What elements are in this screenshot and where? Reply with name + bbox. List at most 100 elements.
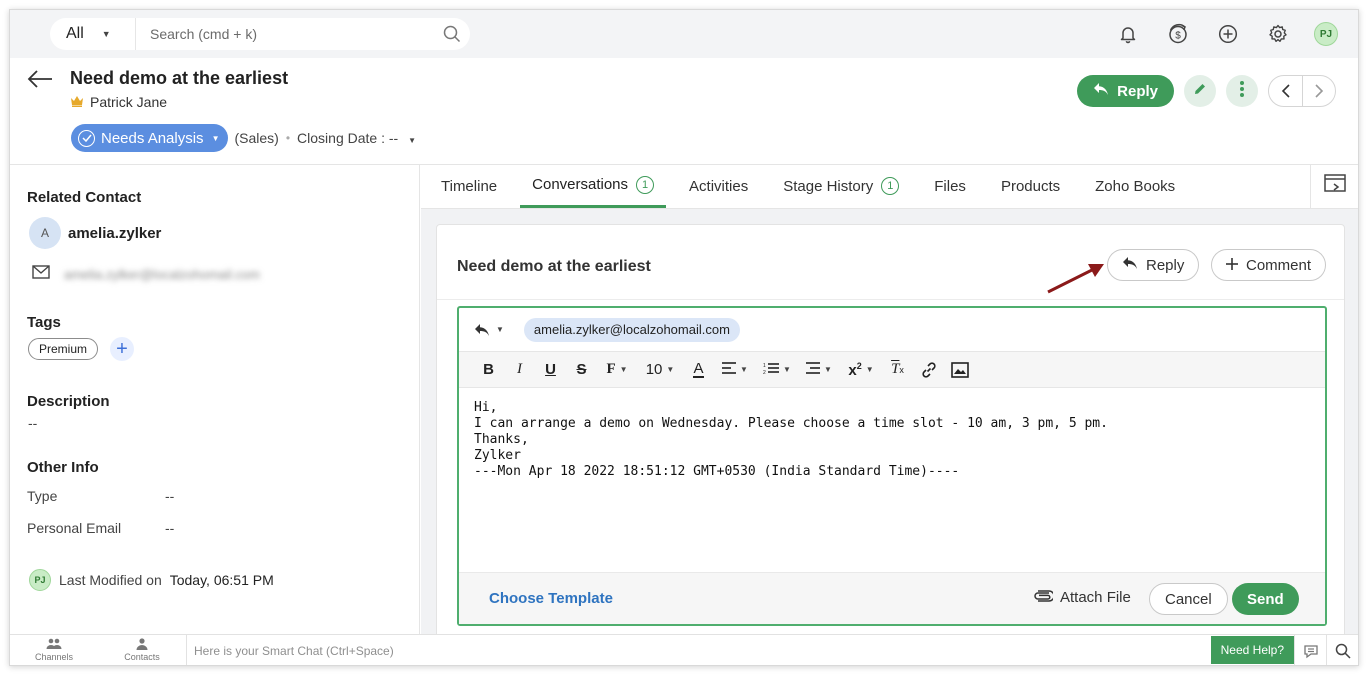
tab-files[interactable]: Files [934, 164, 966, 208]
comment-label: Comment [1246, 256, 1312, 274]
numbered-list-dropdown[interactable]: 12 ▼ [756, 352, 798, 388]
record-title: Need demo at the earliest [70, 68, 289, 88]
stage-row: Needs Analysis ▼ (Sales) • Closing Date … [71, 124, 416, 152]
tag-premium[interactable]: Premium [28, 338, 99, 360]
align-dropdown[interactable]: ▼ [714, 352, 756, 388]
indent-icon [806, 361, 821, 378]
strikethrough-icon[interactable]: S [566, 352, 597, 388]
svg-text:1: 1 [763, 363, 766, 369]
pencil-icon [1193, 82, 1207, 101]
chevron-left-icon [1281, 84, 1290, 98]
last-modified: PJ Last Modified on Today, 06:51 PM [29, 569, 274, 591]
chevron-down-icon: ▼ [619, 365, 628, 374]
app-window: All ▼ $ PJ Need demo at [9, 9, 1359, 666]
attach-file-button[interactable]: Attach File [1033, 589, 1131, 606]
conversation-reply-button[interactable]: Reply [1107, 249, 1200, 281]
check-circle-icon [78, 129, 95, 147]
conversation-area: Need demo at the earliest Reply Comment [421, 209, 1358, 644]
last-modified-label: Last Modified on [59, 572, 162, 588]
user-avatar[interactable]: PJ [1314, 22, 1338, 46]
owner-name: Patrick Jane [90, 94, 168, 110]
last-modified-value: Today, 06:51 PM [169, 572, 274, 588]
other-info-value: -- [165, 520, 175, 536]
recipient-chip[interactable]: amelia.zylker@localzohomail.com [523, 317, 740, 342]
cancel-button[interactable]: Cancel [1149, 583, 1228, 615]
clear-format-icon[interactable]: Tx [882, 352, 913, 388]
contacts-label: Contacts [124, 652, 160, 662]
annotation-arrow-icon [1046, 260, 1106, 295]
font-family-icon: F [606, 361, 616, 377]
tab-activities[interactable]: Activities [689, 164, 748, 208]
gear-icon[interactable] [1264, 20, 1292, 48]
pipeline-label: (Sales) [234, 130, 279, 146]
chevron-right-icon [1315, 84, 1324, 98]
channels-label: Channels [34, 652, 74, 662]
tab-timeline[interactable]: Timeline [441, 164, 497, 208]
smart-chat-input[interactable] [194, 643, 1208, 658]
send-button[interactable]: Send [1232, 583, 1299, 615]
paperclip-icon [1033, 589, 1055, 606]
tab-label: Conversations [532, 176, 629, 193]
bold-icon[interactable]: B [473, 352, 504, 388]
bell-icon[interactable] [1114, 20, 1142, 48]
chat-bubble-icon[interactable] [1294, 635, 1326, 665]
record-owner[interactable]: Patrick Jane [70, 94, 167, 110]
channels-icon [46, 638, 62, 652]
contact-email[interactable]: amelia.zylker@localzohomail.com [64, 267, 260, 282]
tab-label: Products [1000, 177, 1061, 195]
more-vertical-icon [1239, 80, 1245, 103]
back-arrow-icon[interactable] [26, 68, 54, 90]
stage-dropdown[interactable]: Needs Analysis ▼ [71, 124, 229, 152]
related-contact[interactable]: A amelia.zylker [29, 217, 161, 249]
reply-mode-dropdown[interactable]: ▼ [473, 323, 504, 337]
add-comment-button[interactable]: Comment [1211, 249, 1327, 281]
font-size-value: 10 [645, 361, 663, 378]
closing-date[interactable]: Closing Date : -- ▼ [297, 130, 416, 146]
font-size-dropdown[interactable]: 10 ▼ [637, 352, 683, 388]
channels-button[interactable]: Channels [10, 638, 98, 662]
tab-count-badge: 1 [636, 175, 655, 194]
chevron-down-icon: ▼ [740, 365, 748, 374]
edit-button[interactable] [1184, 75, 1216, 107]
plus-icon: + [116, 338, 128, 360]
contact-name: amelia.zylker [68, 224, 162, 242]
tab-label: Stage History [783, 177, 874, 195]
link-icon[interactable] [913, 352, 944, 388]
formatting-toolbar: B I U S F ▼ 10 ▼ A ▼ 12 ▼ ▼ x2 ▼ T x [459, 352, 1325, 388]
text-color-icon[interactable]: A [683, 352, 714, 388]
superscript-dropdown[interactable]: x2 ▼ [840, 352, 882, 388]
message-line: Zylker [474, 448, 521, 463]
search-scope-dropdown[interactable]: All ▼ [50, 18, 136, 50]
previous-record-button[interactable] [1269, 76, 1302, 106]
plus-icon [1226, 257, 1238, 274]
card-divider [437, 299, 1344, 300]
tab-conversations[interactable]: Conversations 1 [520, 164, 667, 208]
svg-text:$: $ [1175, 31, 1181, 42]
more-options-button[interactable] [1226, 75, 1258, 107]
indent-dropdown[interactable]: ▼ [798, 352, 840, 388]
contact-email-row: amelia.zylker@localzohomail.com [32, 265, 260, 284]
image-icon[interactable] [944, 352, 975, 388]
align-icon [722, 361, 737, 378]
panel-toggle-button[interactable] [1310, 165, 1358, 208]
tab-zoho-books[interactable]: Zoho Books [1095, 164, 1175, 208]
reply-button[interactable]: Reply [1077, 75, 1174, 107]
tab-stage-history[interactable]: Stage History 1 [783, 164, 900, 208]
currency-icon[interactable]: $ [1164, 20, 1192, 48]
message-editor[interactable]: Hi, I can arrange a demo on Wednesday. P… [474, 400, 1314, 480]
add-circle-icon[interactable] [1214, 20, 1242, 48]
add-tag-button[interactable]: + [110, 337, 135, 361]
next-record-button[interactable] [1302, 76, 1335, 106]
search-input[interactable] [136, 26, 434, 42]
search-icon[interactable] [434, 25, 470, 43]
tab-label: Zoho Books [1095, 177, 1176, 195]
italic-icon[interactable]: I [504, 352, 535, 388]
tab-products[interactable]: Products [1001, 164, 1060, 208]
font-family-dropdown[interactable]: F ▼ [597, 352, 637, 388]
need-help-button[interactable]: Need Help? [1210, 636, 1294, 664]
choose-template-link[interactable]: Choose Template [489, 590, 613, 607]
contacts-button[interactable]: Contacts [98, 638, 186, 662]
underline-icon[interactable]: U [535, 352, 566, 388]
numbered-list-icon: 12 [763, 361, 780, 378]
search-icon[interactable] [1326, 635, 1358, 665]
